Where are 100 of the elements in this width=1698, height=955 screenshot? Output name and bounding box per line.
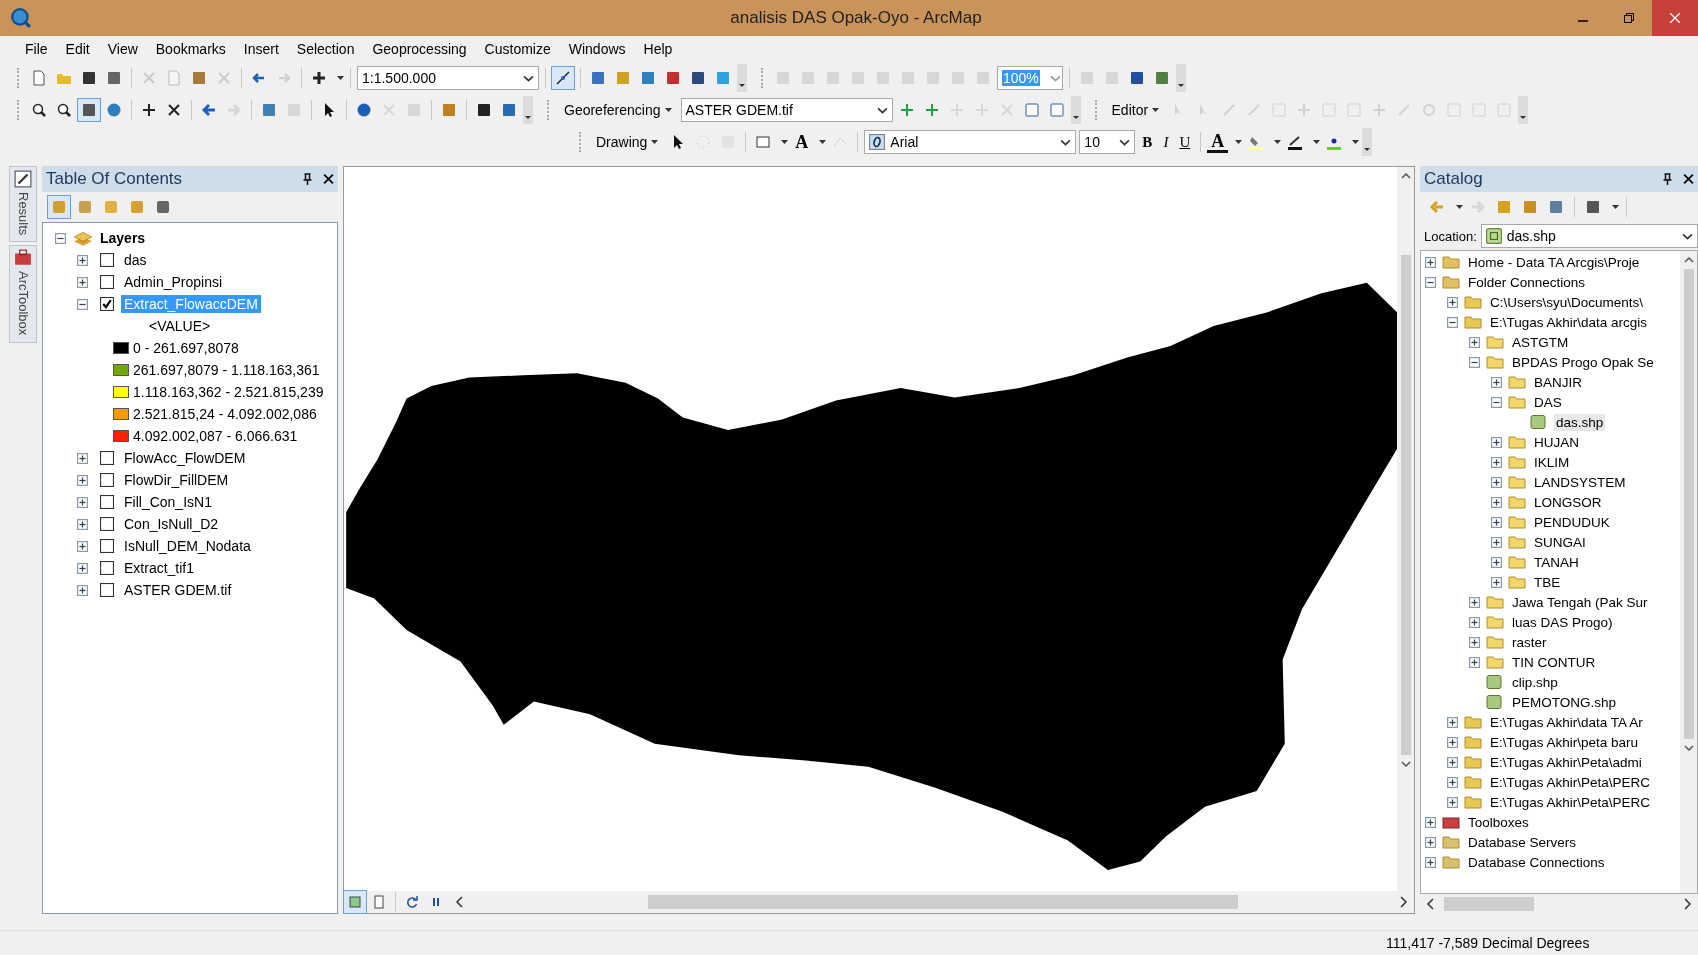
- layer-checkbox[interactable]: [100, 495, 114, 509]
- catalog-item[interactable]: Jawa Tengah (Pak Sur: [1510, 593, 1650, 611]
- expand-toggle[interactable]: [1491, 536, 1502, 548]
- toolbar-grip-handle[interactable]: [17, 68, 22, 88]
- catalog-item[interactable]: E:\Tugas Akhir\peta baru: [1488, 733, 1641, 751]
- expand-toggle[interactable]: [1491, 376, 1502, 388]
- toolbar-grip-handle[interactable]: [1094, 100, 1100, 120]
- catalog-item[interactable]: Home - Data TA Arcgis\Proje: [1466, 253, 1642, 271]
- collapse-toggle[interactable]: [1469, 356, 1480, 368]
- caret-icon[interactable]: [1235, 140, 1243, 144]
- catalog-item[interactable]: E:\Tugas Akhir\Peta\admi: [1488, 753, 1644, 771]
- catalog-item[interactable]: E:\Tugas Akhir\Peta\PERC: [1488, 773, 1653, 791]
- catalog-item[interactable]: TANAH: [1532, 553, 1581, 571]
- expand-toggle[interactable]: [1469, 656, 1480, 668]
- layer-name[interactable]: das: [121, 251, 150, 269]
- menu-item[interactable]: Selection: [287, 39, 364, 59]
- restore-icon[interactable]: [1624, 13, 1634, 23]
- scrollbar-thumb[interactable]: [1400, 255, 1411, 755]
- layer-name[interactable]: IsNull_DEM_Nodata: [121, 537, 254, 555]
- catalog-item[interactable]: Database Servers: [1466, 833, 1579, 851]
- catalog-item[interactable]: BANJIR: [1532, 373, 1584, 391]
- catalog-item[interactable]: raster: [1510, 633, 1549, 651]
- underline-button[interactable]: U: [1175, 131, 1195, 153]
- catalog-item[interactable]: HUJAN: [1532, 433, 1581, 451]
- scrollbar-thumb[interactable]: [1683, 269, 1694, 739]
- catalog-item[interactable]: PEMOTONG.shp: [1510, 693, 1619, 711]
- layer-group-label[interactable]: Layers: [100, 230, 146, 246]
- catalog-item[interactable]: TIN CONTUR: [1510, 653, 1598, 671]
- collapse-toggle[interactable]: [77, 298, 88, 310]
- layer-checkbox[interactable]: [100, 473, 114, 487]
- data-view-icon[interactable]: [344, 891, 366, 913]
- close-icon[interactable]: [1683, 173, 1694, 185]
- map-scale-dropdown[interactable]: 1:1.500.000: [357, 66, 539, 90]
- toolbar-grip-handle[interactable]: [761, 68, 766, 88]
- caret-icon[interactable]: [781, 140, 789, 144]
- layer-checkbox[interactable]: [100, 583, 114, 597]
- caret-icon[interactable]: [337, 76, 344, 80]
- expand-toggle[interactable]: [1469, 636, 1480, 648]
- catalog-item[interactable]: IKLIM: [1532, 453, 1572, 471]
- catalog-item[interactable]: Toolboxes: [1466, 813, 1531, 831]
- layer-name[interactable]: Extract_tif1: [121, 559, 198, 577]
- caret-icon[interactable]: [1152, 108, 1160, 112]
- expand-toggle[interactable]: [1491, 436, 1502, 448]
- expand-toggle[interactable]: [1447, 296, 1458, 308]
- close-icon[interactable]: [323, 173, 334, 185]
- collapse-toggle[interactable]: [1425, 276, 1436, 288]
- layer-checkbox[interactable]: [100, 539, 114, 553]
- bold-button[interactable]: B: [1138, 131, 1157, 153]
- toolbar-grip-handle[interactable]: [17, 100, 22, 120]
- catalog-item[interactable]: C:\Users\syu\Documents\: [1488, 293, 1646, 311]
- expand-toggle[interactable]: [1491, 576, 1502, 588]
- layer-checkbox[interactable]: [100, 297, 114, 311]
- catalog-item[interactable]: E:\Tugas Akhir\data TA Ar: [1488, 713, 1645, 731]
- catalog-item[interactable]: Folder Connections: [1466, 273, 1588, 291]
- font-size-dropdown[interactable]: 10: [1079, 130, 1136, 154]
- caret-icon[interactable]: [819, 140, 827, 144]
- toolbar-grip-handle[interactable]: [579, 132, 584, 152]
- results-tab[interactable]: Results: [9, 166, 37, 243]
- menu-item[interactable]: Windows: [559, 39, 635, 59]
- collapse-toggle[interactable]: [55, 232, 66, 244]
- expand-toggle[interactable]: [1447, 756, 1458, 768]
- expand-toggle[interactable]: [1491, 496, 1502, 508]
- drawing-menu[interactable]: Drawing: [590, 132, 665, 152]
- layer-name[interactable]: FlowAcc_FlowDEM: [121, 449, 249, 467]
- catalog-item[interactable]: SUNGAI: [1532, 533, 1588, 551]
- collapse-toggle[interactable]: [1447, 316, 1458, 328]
- expand-toggle[interactable]: [77, 276, 88, 288]
- layer-checkbox[interactable]: [100, 451, 114, 465]
- expand-toggle[interactable]: [1469, 616, 1480, 628]
- menu-item[interactable]: Geoprocessing: [363, 39, 476, 59]
- layer-name[interactable]: Fill_Con_IsN1: [121, 493, 215, 511]
- caret-icon[interactable]: [1352, 140, 1360, 144]
- catalog-item[interactable]: Database Connections: [1466, 853, 1607, 871]
- georeferencing-menu[interactable]: Georeferencing: [558, 100, 678, 120]
- toolbar-options-icon[interactable]: [1176, 64, 1186, 92]
- expand-toggle[interactable]: [1447, 736, 1458, 748]
- pin-icon[interactable]: [302, 173, 313, 185]
- catalog-item[interactable]: LONGSOR: [1532, 493, 1604, 511]
- layer-checkbox[interactable]: [100, 517, 114, 531]
- expand-toggle[interactable]: [1447, 716, 1458, 728]
- menu-item[interactable]: Insert: [234, 39, 288, 59]
- caret-icon[interactable]: [1612, 205, 1619, 209]
- catalog-item[interactable]: das.shp: [1554, 413, 1606, 431]
- caret-icon[interactable]: [1456, 205, 1463, 209]
- expand-toggle[interactable]: [1491, 476, 1502, 488]
- expand-toggle[interactable]: [1447, 776, 1458, 788]
- catalog-item[interactable]: ASTGTM: [1510, 333, 1571, 351]
- layer-name[interactable]: ASTER GDEM.tif: [121, 581, 235, 599]
- italic-button[interactable]: I: [1159, 131, 1173, 153]
- caret-icon[interactable]: [1274, 140, 1282, 144]
- expand-toggle[interactable]: [77, 584, 88, 596]
- layer-checkbox[interactable]: [100, 561, 114, 575]
- scrollbar-thumb[interactable]: [1444, 897, 1534, 911]
- menu-item[interactable]: Help: [634, 39, 682, 59]
- expand-toggle[interactable]: [1425, 836, 1436, 848]
- menu-item[interactable]: Customize: [475, 39, 560, 59]
- expand-toggle[interactable]: [1469, 596, 1480, 608]
- menu-item[interactable]: File: [16, 39, 57, 59]
- catalog-item[interactable]: luas DAS Progo): [1510, 613, 1615, 631]
- catalog-item[interactable]: BPDAS Progo Opak Se: [1510, 353, 1656, 371]
